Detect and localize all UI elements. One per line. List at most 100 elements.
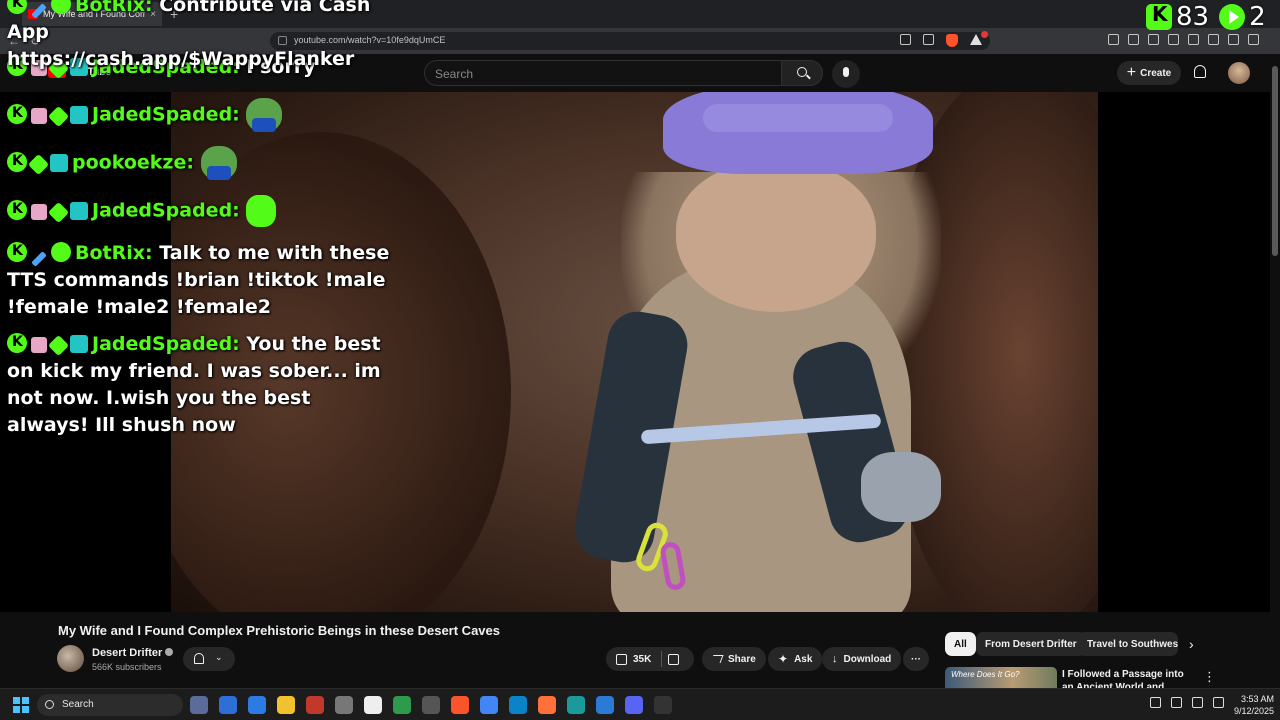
search-button[interactable] bbox=[781, 60, 823, 86]
subscriber-count: 566K subscribers bbox=[92, 662, 162, 672]
vip-badge-icon bbox=[70, 58, 88, 76]
shield-app-icon[interactable] bbox=[393, 696, 411, 714]
extension-icons bbox=[1108, 34, 1259, 45]
kick-badge-icon bbox=[7, 329, 27, 356]
app-icon[interactable] bbox=[219, 696, 237, 714]
download-icon: ↓ bbox=[832, 653, 838, 665]
firefox-icon[interactable] bbox=[538, 696, 556, 714]
like-icon[interactable] bbox=[616, 653, 627, 665]
channel-avatar[interactable] bbox=[57, 645, 84, 672]
plus-icon: + bbox=[1126, 64, 1137, 81]
vscode-icon[interactable] bbox=[596, 696, 614, 714]
bell-icon bbox=[194, 653, 204, 664]
cast-icon[interactable] bbox=[900, 34, 911, 45]
music-icon[interactable] bbox=[1148, 34, 1159, 45]
app-icon-2[interactable] bbox=[654, 696, 672, 714]
capcut-icon[interactable] bbox=[364, 696, 382, 714]
recommended-thumbnail[interactable]: Where Does It Go? bbox=[945, 667, 1057, 688]
create-button[interactable]: + Create bbox=[1117, 61, 1181, 85]
share-label: Share bbox=[728, 653, 756, 665]
chat-message: JadedSpaded: bbox=[7, 98, 397, 132]
scrollbar-thumb[interactable] bbox=[1272, 66, 1278, 256]
remote-icon[interactable] bbox=[248, 696, 266, 714]
sidebar-icon[interactable] bbox=[1168, 34, 1179, 45]
search-icon bbox=[797, 67, 807, 77]
clock-app-icon[interactable] bbox=[335, 696, 353, 714]
clock-time: 3:53 AM bbox=[1240, 694, 1274, 704]
mic-tray-icon[interactable] bbox=[1171, 697, 1182, 708]
leo-icon[interactable] bbox=[1208, 34, 1219, 45]
chat-username: JadedSpaded: bbox=[92, 103, 240, 126]
chip-travel[interactable]: Travel to Southwestern bbox=[1078, 632, 1178, 656]
chip-all[interactable]: All bbox=[945, 632, 976, 656]
volume-icon[interactable] bbox=[1213, 697, 1224, 708]
chevron-up-icon[interactable] bbox=[1150, 697, 1161, 708]
share-icon bbox=[710, 655, 724, 663]
like-count[interactable]: 35K bbox=[633, 654, 651, 665]
wallet-icon[interactable] bbox=[1188, 34, 1199, 45]
kick-badge-icon bbox=[7, 100, 27, 127]
system-tray bbox=[1150, 697, 1224, 708]
gift-badge-icon bbox=[31, 337, 47, 353]
display-icon[interactable] bbox=[1192, 697, 1203, 708]
ask-label: Ask bbox=[794, 653, 813, 665]
chat-username: JadedSpaded: bbox=[92, 333, 240, 355]
brave-shields-icon[interactable] bbox=[946, 34, 958, 47]
brave-browser-icon[interactable] bbox=[451, 696, 469, 714]
recommended-menu-icon[interactable]: ⋮ bbox=[1203, 669, 1216, 685]
copilot-icon[interactable] bbox=[190, 696, 208, 714]
file-explorer-icon[interactable] bbox=[277, 696, 295, 714]
screenshot-icon[interactable] bbox=[1128, 34, 1139, 45]
taskbar-search-label: Search bbox=[62, 699, 94, 710]
recommended-title[interactable]: I Followed a Passage into an Ancient Wor… bbox=[1062, 668, 1192, 688]
edge-icon[interactable] bbox=[509, 696, 527, 714]
video-details: My Wife and I Found Complex Prehistoric … bbox=[0, 612, 1270, 688]
og-badge-icon bbox=[47, 334, 70, 357]
vip-badge-icon bbox=[70, 335, 88, 353]
dislike-icon[interactable] bbox=[668, 653, 680, 665]
chevron-right-icon[interactable]: › bbox=[1189, 636, 1194, 652]
chat-username: JadedSpaded: bbox=[92, 56, 240, 78]
extensions-icon[interactable] bbox=[1108, 34, 1119, 45]
vip-badge-icon bbox=[50, 153, 68, 172]
account-avatar[interactable] bbox=[1228, 62, 1250, 84]
vip-badge-icon bbox=[70, 105, 88, 124]
vip-badge-icon bbox=[70, 201, 88, 220]
download-button[interactable]: ↓ Download bbox=[822, 647, 902, 671]
divider bbox=[661, 651, 663, 667]
ask-button[interactable]: ✦ Ask bbox=[768, 647, 823, 671]
notification-badge bbox=[981, 31, 988, 38]
climber-face bbox=[676, 162, 876, 312]
news-icon[interactable] bbox=[306, 696, 324, 714]
og-badge-icon bbox=[47, 105, 70, 127]
pepe-emote-icon bbox=[246, 98, 283, 132]
taskbar-clock[interactable]: 3:53 AM 9/12/2025 bbox=[1224, 693, 1274, 717]
gift-badge-icon bbox=[31, 203, 47, 220]
sword-badge-icon bbox=[31, 251, 47, 267]
vpn-icon[interactable] bbox=[1228, 34, 1239, 45]
gift-badge-icon bbox=[31, 60, 47, 76]
notifications-bell-icon[interactable] bbox=[1194, 65, 1206, 78]
subscription-bell-button[interactable]: ⌄ bbox=[183, 647, 235, 671]
taskbar: Search 3:53 AM 9/12/2025 bbox=[0, 688, 1280, 720]
page-scrollbar[interactable] bbox=[1270, 54, 1280, 688]
channel-name[interactable]: Desert Drifter bbox=[92, 647, 174, 659]
share-page-icon[interactable] bbox=[923, 34, 934, 45]
share-button[interactable]: Share bbox=[702, 647, 766, 671]
microphone-icon bbox=[843, 67, 849, 77]
discord-icon[interactable] bbox=[625, 696, 643, 714]
windows-start-icon[interactable] bbox=[13, 697, 29, 713]
obs-icon[interactable] bbox=[422, 696, 440, 714]
brave-rewards-icon[interactable] bbox=[970, 31, 988, 45]
menu-icon[interactable] bbox=[1248, 34, 1259, 45]
climber-glove bbox=[861, 452, 941, 522]
game-app-icon[interactable] bbox=[567, 696, 585, 714]
more-actions-button[interactable]: ··· bbox=[903, 647, 929, 671]
chat-message: JadedSpaded: You the best on kick my fri… bbox=[7, 329, 397, 439]
chrome-icon[interactable] bbox=[480, 696, 498, 714]
search-input[interactable]: Search bbox=[424, 60, 782, 86]
voice-search-button[interactable] bbox=[832, 60, 860, 88]
taskbar-search[interactable]: Search bbox=[37, 694, 183, 716]
chip-from-channel[interactable]: From Desert Drifter bbox=[976, 632, 1086, 656]
chat-message: BotRix: Talk to me with these TTS comman… bbox=[7, 238, 397, 321]
